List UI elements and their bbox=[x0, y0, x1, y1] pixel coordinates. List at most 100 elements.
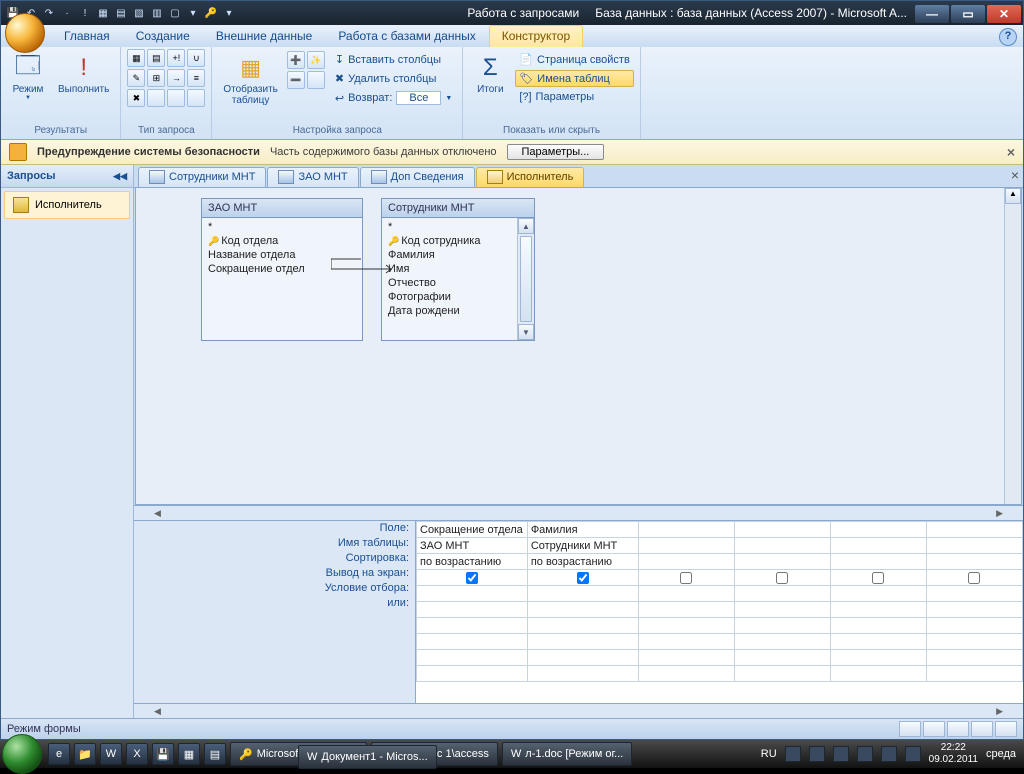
show-checkbox[interactable] bbox=[577, 572, 589, 584]
office-button[interactable] bbox=[5, 13, 45, 53]
insert-columns-button[interactable]: ↧Вставить столбцы bbox=[331, 51, 456, 68]
scroll-thumb[interactable] bbox=[520, 236, 532, 322]
scroll-up-icon[interactable]: ▲ bbox=[1005, 188, 1021, 204]
totals-button[interactable]: ΣИтоги bbox=[469, 49, 511, 98]
view-sql-icon[interactable] bbox=[971, 721, 993, 737]
pinned-save-icon[interactable]: 💾 bbox=[152, 743, 174, 765]
pinned-ie-icon[interactable]: e bbox=[48, 743, 70, 765]
close-button[interactable]: ✕ bbox=[987, 5, 1021, 23]
field-row[interactable]: * bbox=[386, 220, 530, 234]
tab-create[interactable]: Создание bbox=[123, 25, 203, 47]
nav-item-query[interactable]: Исполнитель bbox=[4, 191, 130, 219]
data-def-icon[interactable]: ≡ bbox=[187, 69, 205, 87]
clock[interactable]: 22:2209.02.2011 bbox=[929, 742, 978, 766]
volume-icon[interactable] bbox=[905, 746, 921, 762]
scroll-left-icon[interactable]: ◀ bbox=[154, 508, 161, 519]
tray-icon[interactable] bbox=[785, 746, 801, 762]
run-button[interactable]: !Выполнить bbox=[53, 49, 114, 98]
view-pivot-icon[interactable] bbox=[923, 721, 945, 737]
table-box-employees[interactable]: Сотрудники МНТ * 🔑Код сотрудника Фамилия… bbox=[381, 198, 535, 341]
doc-tab[interactable]: ЗАО МНТ bbox=[267, 167, 358, 187]
qa-btn[interactable]: ▢ bbox=[167, 5, 183, 21]
delete-query-icon[interactable]: ✖ bbox=[127, 89, 145, 107]
qa-btn[interactable]: ! bbox=[77, 5, 93, 21]
show-checkbox[interactable] bbox=[968, 572, 980, 584]
key-icon[interactable]: 🔑 bbox=[203, 5, 219, 21]
pinned-app-icon[interactable]: ▦ bbox=[178, 743, 200, 765]
pass-through-icon[interactable]: → bbox=[167, 69, 185, 87]
language-indicator[interactable]: RU bbox=[761, 748, 777, 760]
maximize-button[interactable]: ▭ bbox=[951, 5, 985, 23]
property-sheet-button[interactable]: 📄Страница свойств bbox=[515, 51, 633, 68]
pinned-word-icon[interactable]: W bbox=[100, 743, 122, 765]
pinned-excel-icon[interactable]: X bbox=[126, 743, 148, 765]
taskbar-item[interactable]: Wл-1.doc [Режим ог... bbox=[502, 742, 632, 766]
scrollbar[interactable]: ▲ bbox=[1004, 188, 1021, 504]
view-button[interactable]: 🗔Режим▼ bbox=[7, 49, 49, 104]
qa-btn[interactable]: ▦ bbox=[95, 5, 111, 21]
show-table-button[interactable]: ▦Отобразить таблицу bbox=[218, 49, 283, 109]
doc-tab-active[interactable]: Исполнитель bbox=[476, 167, 585, 187]
crosstab-icon[interactable]: ⊞ bbox=[147, 69, 165, 87]
field-row[interactable]: Отчество bbox=[386, 276, 530, 290]
scroll-right-icon[interactable]: ▶ bbox=[996, 706, 1003, 717]
view-design-icon[interactable] bbox=[995, 721, 1017, 737]
scrollbar[interactable]: ▲▼ bbox=[517, 218, 534, 340]
pinned-app-icon[interactable]: ▤ bbox=[204, 743, 226, 765]
field-row[interactable]: Фамилия bbox=[386, 248, 530, 262]
field-row[interactable]: Дата рождени bbox=[386, 304, 530, 318]
grid-columns[interactable]: Сокращение отделаФамилия ЗАО МНТСотрудни… bbox=[416, 521, 1023, 703]
show-checkbox[interactable] bbox=[680, 572, 692, 584]
field-row[interactable]: Фотографии bbox=[386, 290, 530, 304]
tray-icon[interactable] bbox=[881, 746, 897, 762]
view-datasheet-icon[interactable] bbox=[899, 721, 921, 737]
qa-btn[interactable]: ▾ bbox=[185, 5, 201, 21]
scroll-left-icon[interactable]: ◀ bbox=[154, 706, 161, 717]
field-row[interactable]: 🔑Код сотрудника bbox=[386, 234, 530, 248]
insert-row-icon[interactable]: ➕ bbox=[287, 51, 305, 69]
field-row[interactable]: Имя bbox=[386, 262, 530, 276]
field-row[interactable]: * bbox=[206, 220, 358, 234]
select-query-icon[interactable]: ▦ bbox=[127, 49, 145, 67]
qa-btn[interactable]: ▥ bbox=[149, 5, 165, 21]
tray-icon[interactable] bbox=[809, 746, 825, 762]
tab-external[interactable]: Внешние данные bbox=[203, 25, 326, 47]
show-checkbox[interactable] bbox=[872, 572, 884, 584]
tray-icon[interactable] bbox=[833, 746, 849, 762]
append-icon[interactable]: +! bbox=[167, 49, 185, 67]
return-value[interactable]: Все bbox=[396, 91, 441, 105]
view-chart-icon[interactable] bbox=[947, 721, 969, 737]
scroll-up-icon[interactable]: ▲ bbox=[518, 218, 534, 234]
update-icon[interactable]: ✎ bbox=[127, 69, 145, 87]
show-checkbox[interactable] bbox=[466, 572, 478, 584]
dropdown-icon[interactable]: ▼ bbox=[445, 95, 452, 102]
builder-icon[interactable]: ✨ bbox=[307, 51, 325, 69]
scroll-right-icon[interactable]: ▶ bbox=[996, 508, 1003, 519]
help-icon[interactable]: ? bbox=[999, 28, 1017, 46]
collapse-icon[interactable]: ◀◀ bbox=[113, 171, 127, 182]
union-icon[interactable]: ∪ bbox=[187, 49, 205, 67]
grid-scrollbar[interactable]: ◀▶ bbox=[134, 703, 1023, 718]
taskbar-item[interactable]: WДокумент1 - Micros... bbox=[298, 745, 437, 769]
redo-icon[interactable]: ↷ bbox=[41, 5, 57, 21]
delete-columns-button[interactable]: ✖Удалить столбцы bbox=[331, 70, 456, 87]
nav-header[interactable]: Запросы◀◀ bbox=[1, 165, 133, 188]
qa-more-icon[interactable]: ▾ bbox=[221, 5, 237, 21]
parameters-button[interactable]: [?]Параметры bbox=[515, 89, 633, 105]
table-names-button[interactable]: 🏷Имена таблиц bbox=[515, 70, 633, 87]
doc-tab[interactable]: Доп Сведения bbox=[360, 167, 475, 187]
close-tab-icon[interactable]: × bbox=[1011, 167, 1019, 183]
tab-home[interactable]: Главная bbox=[51, 25, 123, 47]
show-checkbox[interactable] bbox=[776, 572, 788, 584]
tray-icon[interactable] bbox=[857, 746, 873, 762]
pinned-explorer-icon[interactable]: 📁 bbox=[74, 743, 96, 765]
minimize-button[interactable]: — bbox=[915, 5, 949, 23]
scroll-down-icon[interactable]: ▼ bbox=[518, 324, 534, 340]
start-button[interactable] bbox=[2, 734, 42, 774]
doc-tab[interactable]: Сотрудники МНТ bbox=[138, 167, 266, 187]
delete-row-icon[interactable]: ➖ bbox=[287, 71, 305, 89]
qa-btn[interactable]: ▤ bbox=[113, 5, 129, 21]
close-icon[interactable]: × bbox=[1007, 144, 1015, 160]
make-table-icon[interactable]: ▤ bbox=[147, 49, 165, 67]
tab-dbtools[interactable]: Работа с базами данных bbox=[325, 25, 488, 47]
